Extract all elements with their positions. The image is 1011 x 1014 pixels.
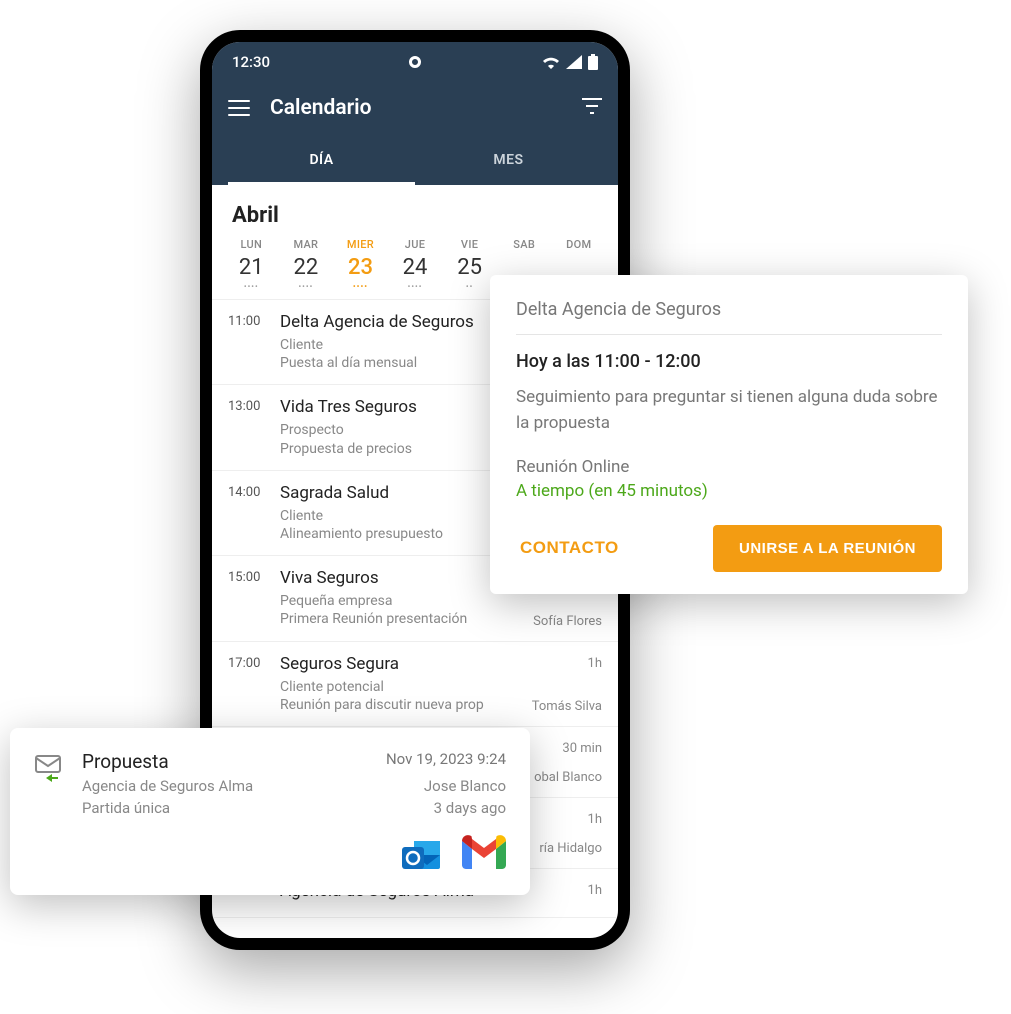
day-label: VIE (442, 238, 497, 251)
event-duration: 1h (532, 656, 602, 671)
day-event-dots: •••• (279, 282, 334, 291)
app-header: Calendario DÍA MES (212, 82, 618, 185)
month-label: Abril (212, 185, 618, 238)
menu-icon[interactable] (228, 100, 250, 116)
day-number: 23 (333, 255, 388, 280)
event-subtitle: Cliente potencial (280, 678, 518, 696)
day-event-dots: •••• (224, 282, 279, 291)
contact-button[interactable]: CONTACTO (516, 526, 623, 570)
page-title: Calendario (270, 96, 562, 120)
day-event-dots: •••• (388, 282, 443, 291)
email-date: Nov 19, 2023 9:24 (386, 750, 506, 773)
join-meeting-button[interactable]: UNIRSE A LA REUNIÓN (713, 525, 942, 573)
event-duration: 1h (588, 883, 602, 898)
event-person: obal Blanco (534, 770, 602, 785)
event-person: Tomás Silva (532, 699, 602, 714)
status-time: 12:30 (232, 53, 270, 71)
outlook-icon[interactable] (400, 835, 444, 879)
event-person: ría Hidalgo (539, 841, 602, 856)
event-duration: 1h (539, 812, 602, 827)
day-label: SAB (497, 238, 552, 251)
event-time: 17:00 (228, 654, 266, 714)
day-label: MIER (333, 238, 388, 251)
day-label: LUN (224, 238, 279, 251)
detail-meeting-type: Reunión Online (516, 457, 942, 477)
email-sender: Jose Blanco (424, 777, 506, 795)
email-subject: Propuesta (82, 750, 169, 773)
email-company: Agencia de Seguros Alma (82, 777, 253, 795)
day-cell[interactable]: JUE 24 •••• (388, 238, 443, 291)
event-time: 15:00 (228, 568, 266, 628)
day-number: 21 (224, 255, 279, 280)
wifi-icon (542, 55, 560, 69)
camera-cutout (409, 56, 421, 68)
detail-time: Hoy a las 11:00 - 12:00 (516, 351, 942, 372)
email-age: 3 days ago (434, 799, 506, 817)
event-time: 11:00 (228, 312, 266, 372)
event-time: 14:00 (228, 483, 266, 543)
email-card[interactable]: Propuesta Nov 19, 2023 9:24 Agencia de S… (10, 728, 530, 895)
detail-status: A tiempo (en 45 minutos) (516, 481, 942, 501)
event-detail-card: Delta Agencia de Seguros Hoy a las 11:00… (490, 275, 968, 594)
day-label: JUE (388, 238, 443, 251)
day-label: MAR (279, 238, 334, 251)
email-snippet: Partida única (82, 799, 170, 817)
day-event-dots: •• (442, 282, 497, 291)
day-number: 25 (442, 255, 497, 280)
day-cell[interactable]: MIER 23 •••• (333, 238, 388, 291)
event-title: Viva Seguros (280, 568, 519, 588)
mail-reply-icon (34, 750, 66, 817)
event-title: Seguros Segura (280, 654, 518, 674)
status-bar: 12:30 (212, 42, 618, 82)
tab-day[interactable]: DÍA (228, 138, 415, 185)
status-icons (542, 54, 598, 70)
day-number: 24 (388, 255, 443, 280)
event-time: 13:00 (228, 397, 266, 457)
detail-description: Seguimiento para preguntar si tienen alg… (516, 384, 942, 437)
event-subtitle: Pequeña empresa (280, 592, 519, 610)
event-subtitle: Primera Reunión presentación (280, 610, 519, 628)
day-cell[interactable]: VIE 25 •• (442, 238, 497, 291)
day-event-dots: •••• (333, 282, 388, 291)
day-number: 22 (279, 255, 334, 280)
day-cell[interactable]: LUN 21 •••• (224, 238, 279, 291)
filter-icon[interactable] (582, 98, 602, 118)
calendar-tabs: DÍA MES (228, 138, 602, 185)
event-person: Sofía Flores (533, 614, 602, 629)
battery-icon (588, 54, 598, 70)
tab-month[interactable]: MES (415, 138, 602, 185)
event-row[interactable]: 17:00 Seguros Segura Cliente potencial R… (212, 642, 618, 727)
day-cell[interactable]: MAR 22 •••• (279, 238, 334, 291)
signal-icon (566, 55, 582, 69)
detail-company: Delta Agencia de Seguros (516, 299, 942, 320)
gmail-icon[interactable] (462, 835, 506, 879)
event-subtitle: Reunión para discutir nueva prop (280, 696, 518, 714)
event-duration: 30 min (534, 741, 602, 756)
day-label: DOM (551, 238, 606, 251)
divider (516, 334, 942, 335)
